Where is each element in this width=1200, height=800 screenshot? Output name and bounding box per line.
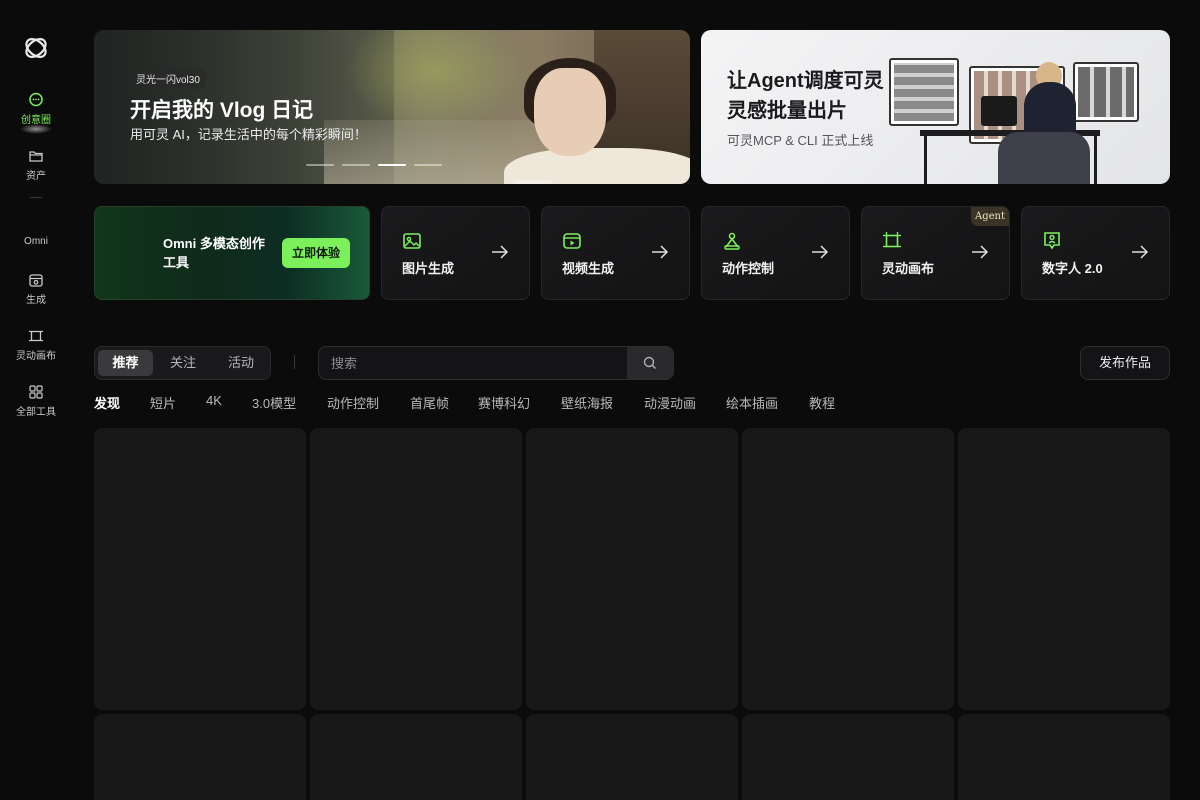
agent-banner-title: 让Agent调度可灵 灵感批量出片 xyxy=(727,70,884,122)
monitor-image xyxy=(889,58,959,126)
tool-card-label: 灵动画布 xyxy=(882,261,935,276)
monitor-image xyxy=(1073,62,1139,122)
feed-card[interactable] xyxy=(94,714,306,800)
sidebar-item-label: 灵动画布 xyxy=(16,351,56,362)
feed-card[interactable] xyxy=(526,428,738,710)
tool-card-label: 数字人 2.0 xyxy=(1042,261,1103,276)
feed-card[interactable] xyxy=(742,714,954,800)
category-motion-control[interactable]: 动作控制 xyxy=(327,393,379,412)
arrow-right-icon xyxy=(652,245,669,259)
active-indicator xyxy=(20,124,52,134)
canvas-icon xyxy=(883,232,901,248)
app-root: 创意圈 资产 Omni 生成 灵动画布 全部工具 灵光一闪vol30 开启我的 … xyxy=(0,0,1200,800)
banner-tag: 灵光一闪vol30 xyxy=(130,68,206,89)
divider xyxy=(294,355,295,369)
carousel-dot[interactable] xyxy=(342,164,370,166)
canvas-icon xyxy=(29,330,43,342)
agent-banner-subtitle: 可灵MCP & CLI 正式上线 xyxy=(727,133,874,148)
image-icon xyxy=(403,233,421,249)
tool-card-video-generation[interactable]: 视频生成 xyxy=(541,206,690,300)
category-wallpaper-poster[interactable]: 壁纸海报 xyxy=(561,393,613,412)
category-short-film[interactable]: 短片 xyxy=(150,393,176,412)
sidebar-item-creative-circle[interactable]: 创意圈 xyxy=(0,92,72,126)
chat-bubble-icon xyxy=(29,92,43,107)
tab-recommended[interactable]: 推荐 xyxy=(98,350,153,376)
sidebar-item-omni[interactable]: Omni xyxy=(0,236,72,247)
feed-card[interactable] xyxy=(310,714,522,800)
banner-subtitle: 用可灵 AI，记录生活中的每个精彩瞬间！ xyxy=(130,127,367,142)
carousel-dots xyxy=(306,164,442,166)
kling-logo-icon[interactable] xyxy=(22,34,50,62)
arrow-right-icon xyxy=(492,245,509,259)
search-input[interactable] xyxy=(331,347,621,379)
category-first-last-frame[interactable]: 首尾帧 xyxy=(410,393,449,412)
selfie-person-image xyxy=(534,68,606,156)
category-model-3[interactable]: 3.0模型 xyxy=(252,393,296,412)
sidebar-item-label: 资产 xyxy=(26,171,46,182)
carousel-dot[interactable] xyxy=(306,164,334,166)
tool-card-label: 视频生成 xyxy=(562,261,615,276)
omni-card-title: Omni 多模态创作工具 xyxy=(163,236,265,270)
category-cyber-scifi[interactable]: 赛博科幻 xyxy=(478,393,530,412)
feed-card[interactable] xyxy=(958,714,1170,800)
coffee-cup-image xyxy=(512,180,554,184)
sidebar-item-assets[interactable]: 资产 xyxy=(0,148,72,182)
tool-card-motion-control[interactable]: 动作控制 xyxy=(701,206,850,300)
feed-card[interactable] xyxy=(94,428,306,710)
category-4k[interactable]: 4K xyxy=(206,393,222,408)
search-icon xyxy=(643,356,656,369)
category-tutorial[interactable]: 教程 xyxy=(809,393,835,412)
tool-card-digital-human[interactable]: 数字人 2.0 xyxy=(1021,206,1170,300)
tool-card-label: 动作控制 xyxy=(722,261,775,276)
try-now-button[interactable]: 立即体验 xyxy=(282,238,350,268)
feed-card[interactable] xyxy=(310,428,522,710)
sidebar-item-generate[interactable]: 生成 xyxy=(0,272,72,306)
sidebar-divider xyxy=(30,197,42,198)
sidebar-item-canvas[interactable]: 灵动画布 xyxy=(0,328,72,362)
laptop-image xyxy=(981,96,1017,126)
sidebar-item-label: Omni xyxy=(24,236,48,247)
agent-badge: Agent xyxy=(971,207,1009,226)
tool-card-label: 图片生成 xyxy=(402,261,455,276)
sidebar-item-label: 全部工具 xyxy=(16,407,56,418)
feed-tabs: 推荐 关注 活动 xyxy=(94,346,271,380)
chair-image xyxy=(998,132,1090,184)
arrow-right-icon xyxy=(972,245,989,259)
banner-title: 开启我的 Vlog 日记 xyxy=(130,99,314,122)
arrow-right-icon xyxy=(812,245,829,259)
arrow-right-icon xyxy=(1132,245,1149,259)
carousel-dot[interactable] xyxy=(414,164,442,166)
feed-card[interactable] xyxy=(958,428,1170,710)
sidebar: 创意圈 资产 Omni 生成 灵动画布 全部工具 xyxy=(0,0,72,800)
digital-human-icon xyxy=(1044,232,1060,250)
sidebar-item-all-tools[interactable]: 全部工具 xyxy=(0,384,72,418)
category-picture-book[interactable]: 绘本插画 xyxy=(726,393,778,412)
carousel-dot-active[interactable] xyxy=(378,164,406,166)
video-icon xyxy=(563,233,581,249)
category-discover[interactable]: 发现 xyxy=(94,393,120,412)
generate-icon xyxy=(29,274,43,287)
tab-events[interactable]: 活动 xyxy=(213,350,269,376)
feed-card[interactable] xyxy=(742,428,954,710)
search-button[interactable] xyxy=(627,347,673,379)
search-box xyxy=(318,346,674,380)
motion-icon xyxy=(724,232,740,250)
grid-icon xyxy=(29,385,43,399)
tab-following[interactable]: 关注 xyxy=(157,350,209,376)
category-anime[interactable]: 动漫动画 xyxy=(644,393,696,412)
sidebar-item-label: 生成 xyxy=(26,295,46,306)
tool-card-image-generation[interactable]: 图片生成 xyxy=(381,206,530,300)
folder-icon xyxy=(29,151,43,162)
feed-card[interactable] xyxy=(526,714,738,800)
publish-button[interactable]: 发布作品 xyxy=(1080,346,1170,380)
